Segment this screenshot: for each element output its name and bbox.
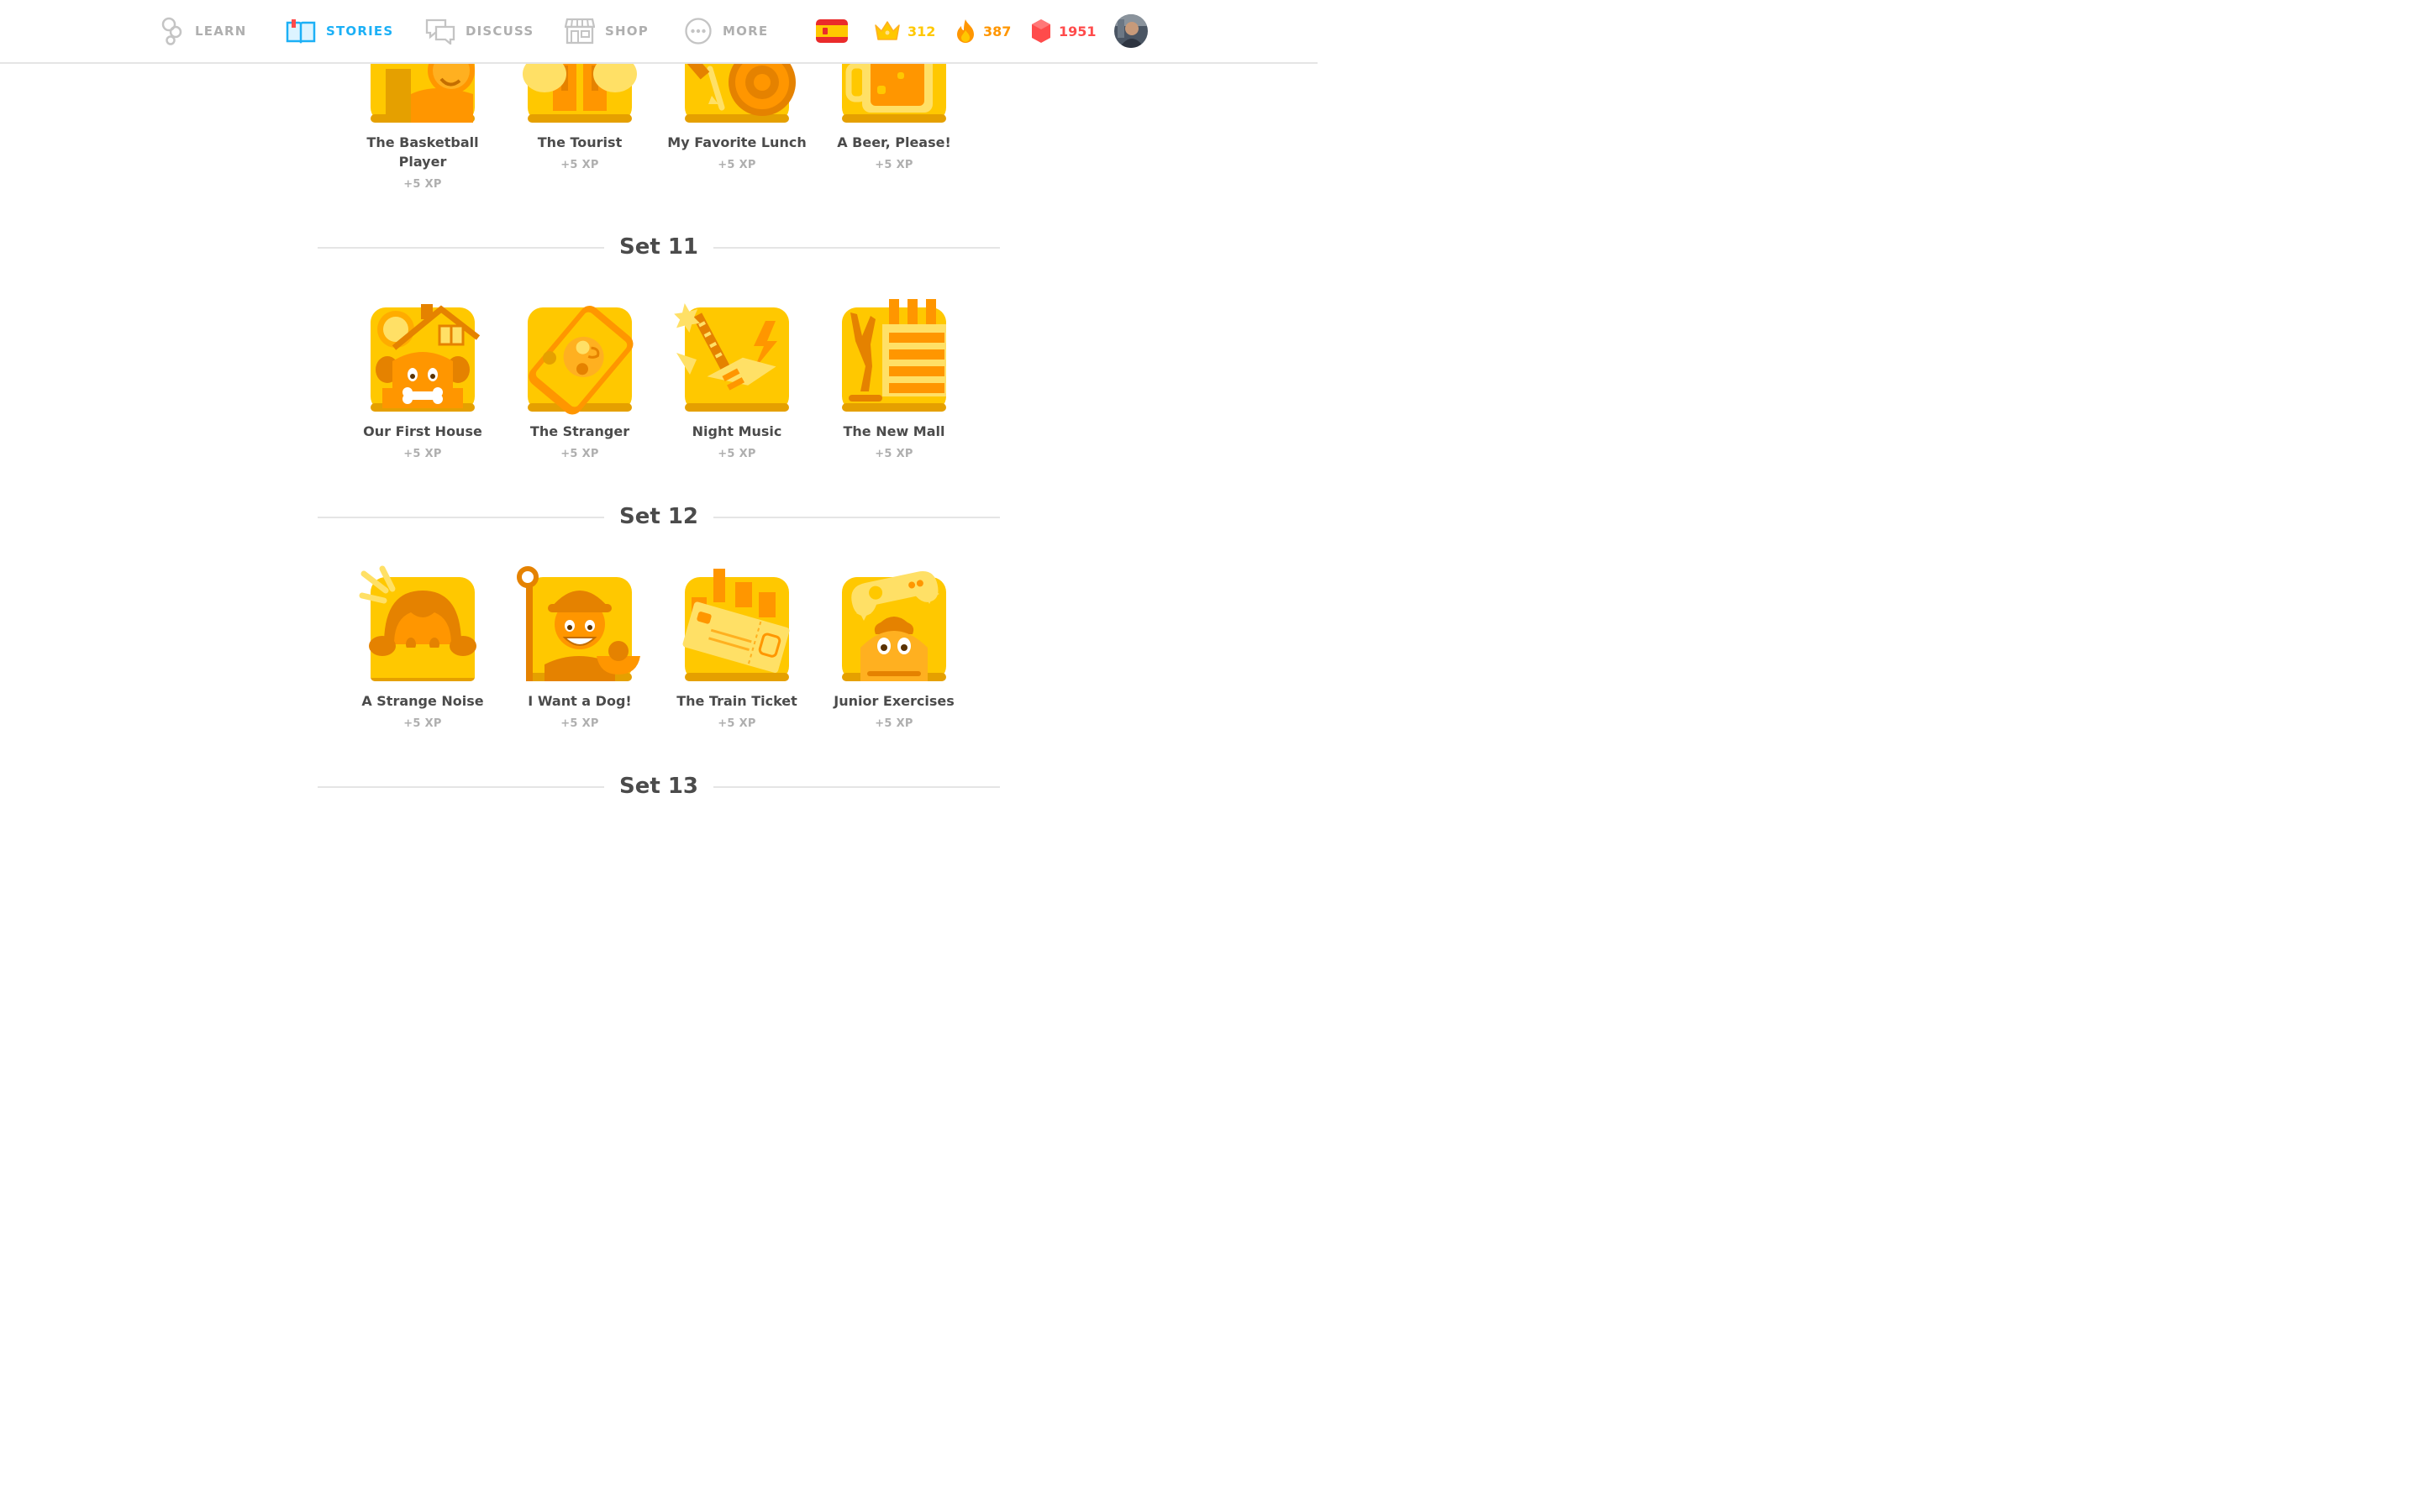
story-card[interactable]: The Stranger +5 XP [508, 306, 651, 460]
story-card[interactable]: A Strange Noise +5 XP [351, 565, 494, 730]
story-xp: +5 XP [403, 717, 442, 730]
nav-learn-label: LEARN [195, 24, 247, 39]
crown-icon [875, 21, 900, 40]
story-title: Junior Exercises [834, 693, 955, 709]
set-title: Set 12 [318, 500, 1000, 533]
story-tile [359, 565, 476, 681]
streak-count: 387 [983, 23, 1012, 39]
nav-discuss-label: DISCUSS [466, 24, 534, 39]
story-title: The New Mall [843, 423, 945, 439]
story-title: A Beer, Please! [837, 134, 951, 150]
train-ticket-icon [682, 569, 790, 681]
story-xp: +5 XP [403, 448, 442, 460]
story-card[interactable]: Our First House +5 XP [351, 304, 494, 460]
gem-icon [1032, 19, 1050, 43]
top-navigation-bar: LEARN STORIES DISCUSS SHOP MORE 312 387 … [0, 0, 1318, 64]
nav-more-label: MORE [723, 24, 769, 39]
mall-icon [842, 299, 946, 412]
story-xp: +5 XP [875, 159, 913, 171]
set-title-text: Set 11 [603, 234, 714, 260]
crowns-count: 312 [908, 23, 936, 39]
peeking-kid-icon [359, 565, 476, 681]
crowns-counter[interactable]: 312 [874, 15, 935, 47]
phone-map-icon [528, 306, 634, 415]
story-tile [842, 299, 946, 412]
story-xp: +5 XP [875, 717, 913, 730]
story-card[interactable]: Junior Exercises +5 XP [823, 571, 965, 730]
story-title: Night Music [692, 423, 782, 439]
discuss-icon [425, 18, 455, 45]
story-xp: +5 XP [718, 717, 756, 730]
shepherd-icon [517, 566, 640, 681]
story-xp: +5 XP [718, 159, 756, 171]
story-title: Our First House [363, 423, 482, 439]
set-title: Set 11 [318, 230, 1000, 264]
story-xp: +5 XP [560, 717, 599, 730]
set-header: Set 11 [318, 230, 1000, 264]
nav-more[interactable]: MORE [684, 15, 768, 47]
story-xp: +5 XP [403, 178, 442, 191]
set-title-text: Set 13 [603, 774, 714, 799]
story-title: The Basketball Player [366, 134, 479, 170]
story-xp: +5 XP [718, 448, 756, 460]
house-dog-icon [371, 304, 481, 412]
shop-icon [565, 18, 595, 45]
story-title: The Stranger [529, 423, 630, 439]
story-tile [842, 571, 946, 681]
story-card[interactable]: The Train Ticket +5 XP [666, 569, 808, 730]
nav-stories-label: STORIES [326, 24, 394, 39]
story-title: A Strange Noise [361, 693, 484, 709]
set-header: Set 12 [318, 500, 1000, 533]
story-title: The Train Ticket [676, 693, 797, 709]
story-xp: +5 XP [560, 159, 599, 171]
game-controller-icon [842, 571, 946, 681]
fire-icon [957, 19, 974, 43]
set-header: Set 13 [318, 769, 1000, 803]
story-tile [517, 566, 640, 681]
story-tile [528, 306, 634, 415]
nav-shop[interactable]: SHOP [565, 15, 649, 47]
story-card[interactable]: Night Music +5 XP [666, 303, 808, 460]
nav-discuss[interactable]: DISCUSS [425, 15, 534, 47]
nav-learn[interactable]: LEARN [161, 15, 247, 47]
story-title: My Favorite Lunch [667, 134, 807, 150]
nav-shop-label: SHOP [605, 24, 649, 39]
nav-stories[interactable]: STORIES [286, 15, 393, 47]
language-selector[interactable] [815, 15, 849, 47]
gems-counter[interactable]: 1951 [1030, 15, 1097, 47]
more-icon [685, 18, 712, 45]
user-avatar[interactable] [1114, 14, 1148, 48]
story-card[interactable]: The New Mall +5 XP [823, 299, 965, 460]
story-tile [674, 303, 789, 412]
story-title: I Want a Dog! [528, 693, 632, 709]
learn-icon [161, 17, 182, 45]
set-title-text: Set 12 [603, 504, 714, 529]
story-tile [371, 304, 481, 412]
story-xp: +5 XP [875, 448, 913, 460]
story-card[interactable]: I Want a Dog! +5 XP [508, 566, 651, 730]
stories-icon [286, 19, 316, 44]
story-title: The Tourist [537, 134, 623, 150]
gems-count: 1951 [1059, 23, 1097, 39]
spain-flag-icon [816, 19, 848, 43]
streak-counter[interactable]: 387 [955, 15, 1011, 47]
guitar-icon [674, 303, 789, 412]
story-xp: +5 XP [560, 448, 599, 460]
set-title: Set 13 [318, 769, 1000, 803]
story-tile [682, 569, 790, 681]
